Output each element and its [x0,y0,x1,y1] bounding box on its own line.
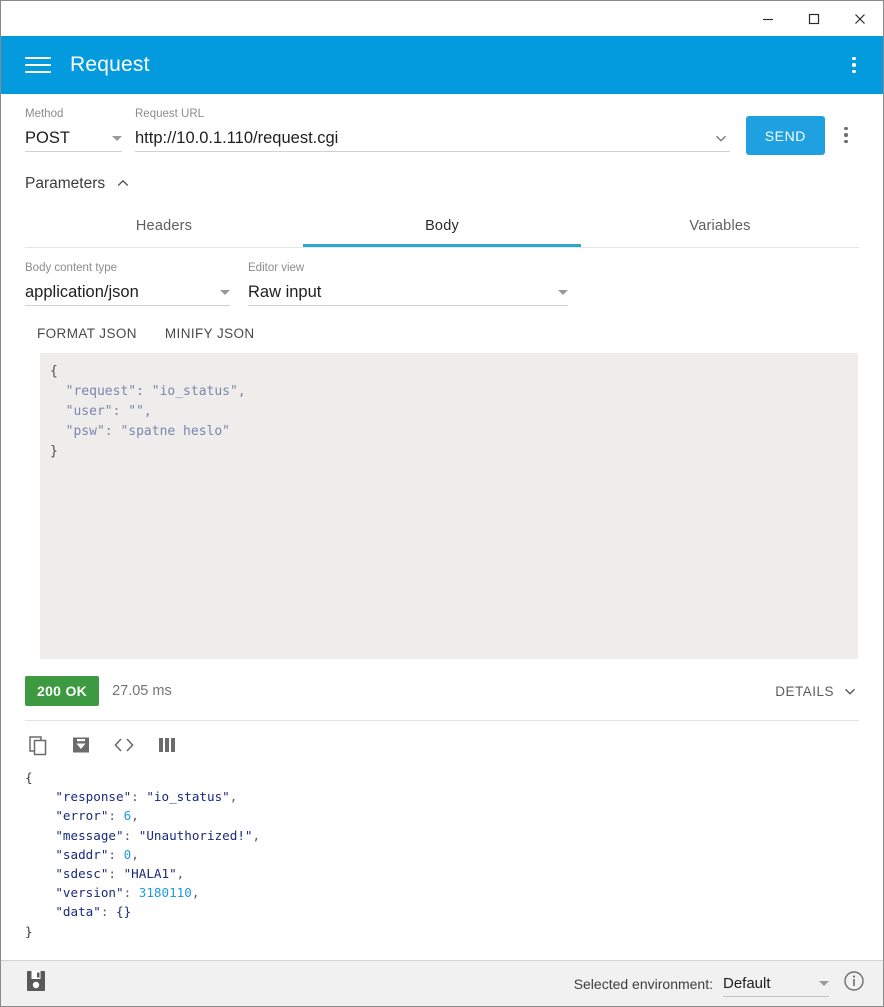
editor-view-select[interactable]: Raw input [248,279,568,306]
content-type-value: application/json [25,282,139,301]
parameters-label: Parameters [25,175,106,192]
kebab-menu-icon[interactable] [841,50,867,80]
json-actions: FORMAT JSON MINIFY JSON [1,306,883,341]
floppy-save-icon[interactable] [25,969,47,998]
method-label: Method [25,108,64,120]
chevron-up-icon[interactable] [115,176,131,192]
editor-view-value: Raw input [248,282,322,301]
main-content: Method POST Request URL http://10.0.1.11… [1,94,883,960]
environment-label: Selected environment: [573,975,713,992]
page-title: Request [70,53,150,76]
minimize-button[interactable] [745,1,791,36]
minimize-icon [763,18,773,20]
format-json-button[interactable]: FORMAT JSON [37,326,137,341]
close-icon [855,13,865,24]
chevron-down-icon[interactable] [558,289,568,295]
editor-view-field[interactable]: Editor view Raw input [248,262,568,306]
response-status-row: 200 OK 27.05 ms DETAILS [25,676,859,706]
request-json-line: "psw": "spatne heslo" [50,424,231,439]
save-response-icon[interactable] [68,733,94,757]
editor-gutter [25,353,40,659]
parameters-toggle[interactable]: Parameters [1,152,179,193]
environment-value: Default [723,974,771,992]
request-json-line: "request": "io_status", [50,384,246,399]
maximize-button[interactable] [791,1,837,36]
response-time: 27.05 ms [112,683,172,699]
maximize-icon [808,13,820,24]
json-open-brace: { [50,364,58,379]
send-button[interactable]: SEND [745,116,825,155]
tab-variables[interactable]: Variables [581,209,859,247]
url-field[interactable]: Request URL http://10.0.1.110/request.cg… [135,108,730,152]
request-options-kebab-icon[interactable] [833,120,859,150]
method-value: POST [25,128,70,147]
editor-content[interactable]: { "request": "io_status", "user": "", "p… [40,353,858,659]
details-button[interactable]: DETAILS [775,682,859,700]
response-toolbar [25,720,859,757]
content-type-field[interactable]: Body content type application/json [25,262,230,306]
environment-select[interactable]: Default [723,970,829,997]
method-select[interactable]: POST [25,125,122,152]
request-json-line: "user": "", [50,404,152,419]
chevron-down-icon[interactable] [112,135,122,141]
hamburger-icon[interactable] [25,52,51,78]
body-options-row: Body content type application/json Edito… [1,248,883,306]
columns-view-icon[interactable] [154,733,180,757]
request-json-text[interactable]: { "request": "io_status", "user": "", "p… [40,362,858,462]
app-window: Request Method POST Request URL http://1… [0,0,884,1007]
app-header: Request [1,36,883,94]
json-close-brace: } [50,444,58,459]
info-icon[interactable] [843,970,865,997]
copy-icon[interactable] [25,733,51,757]
window-titlebar [1,1,883,36]
request-row: Method POST Request URL http://10.0.1.11… [1,94,883,155]
tab-body[interactable]: Body [303,209,581,247]
content-type-select[interactable]: application/json [25,279,230,306]
tab-headers[interactable]: Headers [25,209,303,247]
url-input-wrap[interactable]: http://10.0.1.110/request.cgi [135,125,730,152]
chevron-down-icon[interactable] [220,289,230,295]
method-field[interactable]: Method POST [25,108,122,152]
code-view-icon[interactable] [111,733,137,757]
response-body: { "response": "io_status", "error": 6, "… [25,768,859,941]
response-json-text: { "response": "io_status", "error": 6, "… [25,770,261,939]
minify-json-button[interactable]: MINIFY JSON [165,326,255,341]
status-badge: 200 OK [25,676,100,706]
status-bar: Selected environment: Default [1,960,883,1006]
details-label: DETAILS [775,683,834,699]
url-input[interactable]: http://10.0.1.110/request.cgi [135,129,706,148]
close-button[interactable] [837,1,883,36]
request-body-editor[interactable]: { "request": "io_status", "user": "", "p… [25,353,858,659]
chevron-down-icon [844,688,856,695]
editor-view-label: Editor view [248,262,305,274]
url-label: Request URL [135,108,205,120]
request-tabs: Headers Body Variables [25,209,859,248]
content-type-label: Body content type [25,262,118,274]
chevron-down-icon[interactable] [819,980,829,986]
chevron-down-icon[interactable] [712,129,730,147]
